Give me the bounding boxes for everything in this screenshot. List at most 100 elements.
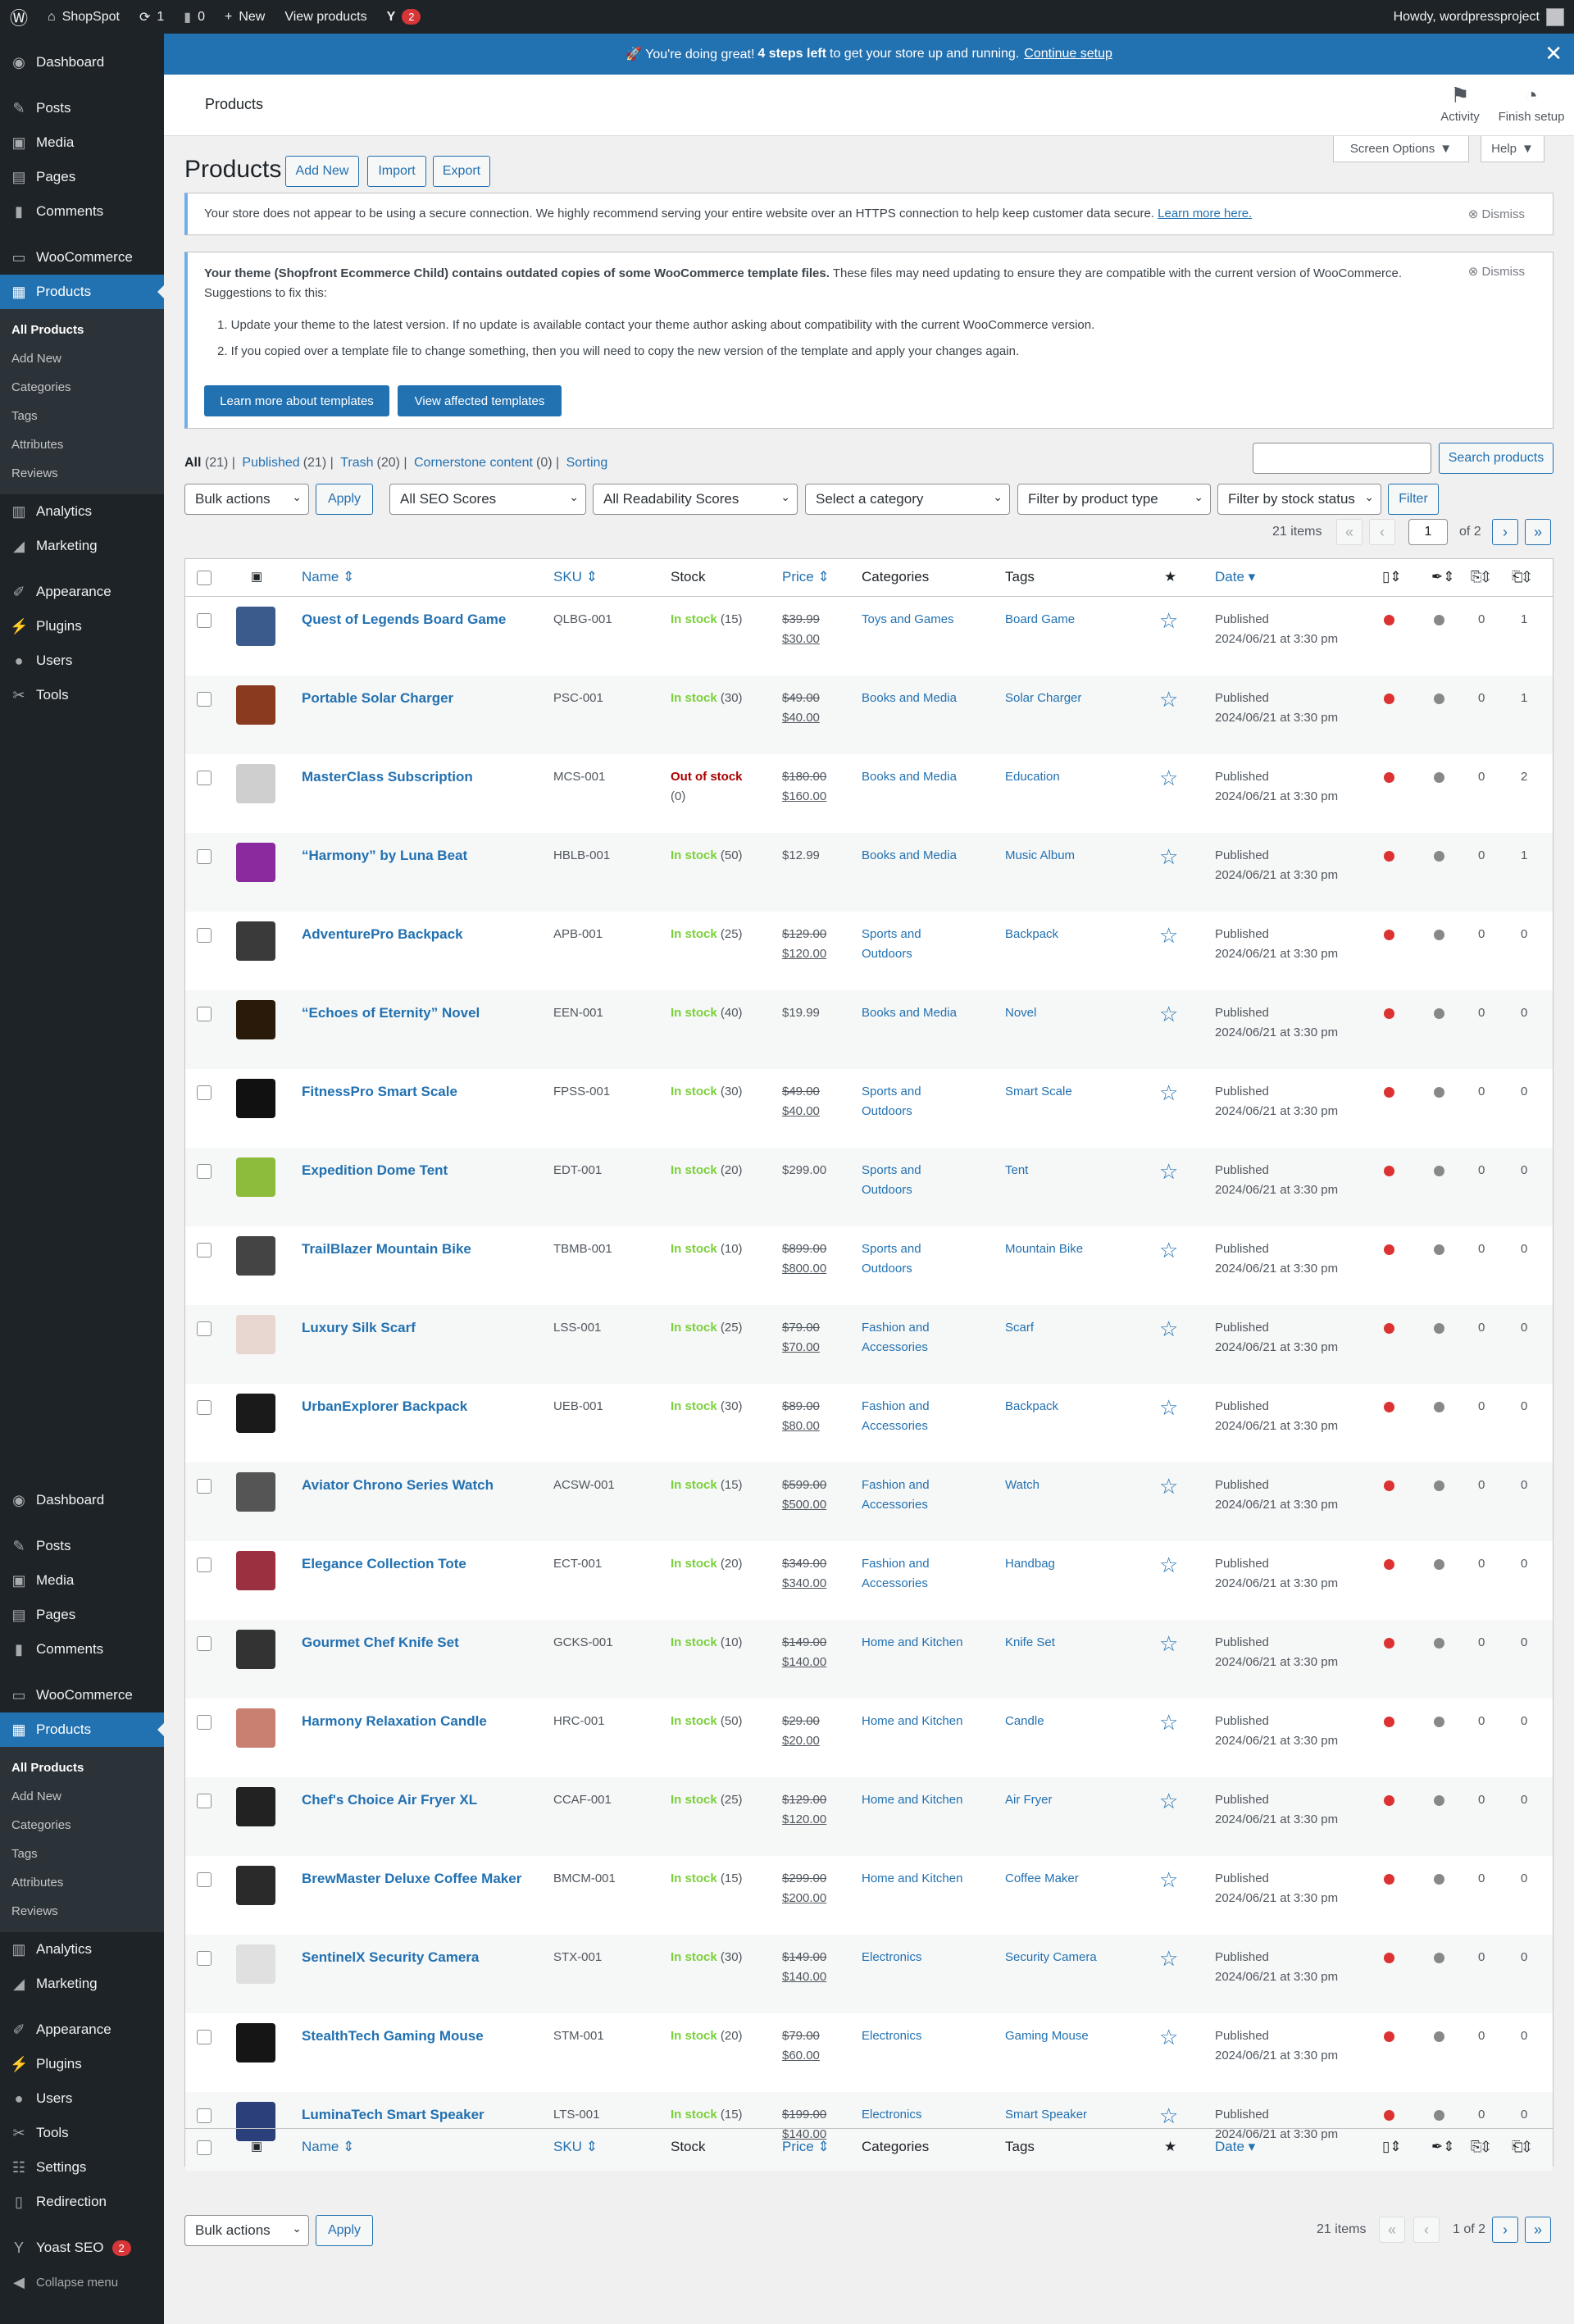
yoast-menu[interactable]: Y2 (377, 0, 431, 34)
my-account-menu[interactable]: Howdy, wordpressproject (1394, 0, 1564, 34)
close-icon[interactable]: ✕ (1544, 42, 1563, 65)
star-outline-icon[interactable]: ☆ (1159, 1946, 1178, 1972)
tag-link[interactable]: Candle (1005, 1714, 1044, 1728)
menu-tools[interactable]: ✂ Tools (0, 678, 164, 712)
menu-woocommerce[interactable]: ▭ WooCommerce (0, 240, 164, 275)
category-link-cont[interactable]: Outdoors (862, 1104, 912, 1118)
seo-score-column-icon[interactable]: ▯⇕ (1382, 569, 1402, 585)
tag-link[interactable]: Smart Speaker (1005, 2108, 1087, 2122)
tag-link[interactable]: Backpack (1005, 927, 1058, 941)
product-name-link[interactable]: Harmony Relaxation Candle (302, 1713, 487, 1729)
star-outline-icon[interactable]: ☆ (1159, 1789, 1178, 1814)
comments-link[interactable]: ▮ 0 (174, 0, 215, 34)
row-checkbox[interactable] (197, 1715, 212, 1730)
row-checkbox[interactable] (197, 1400, 212, 1415)
product-name-link[interactable]: Chef's Choice Air Fryer XL (302, 1792, 477, 1808)
menu-posts[interactable]: ✎ Posts (0, 1529, 164, 1563)
current-page-input[interactable]: 1 (1408, 519, 1448, 545)
seo-score-column-icon[interactable]: ▯⇕ (1382, 2139, 1402, 2155)
submenu-all-products[interactable]: All Products (0, 1753, 164, 1782)
tag-link[interactable]: Tent (1005, 1163, 1028, 1177)
continue-setup-link[interactable]: Continue setup (1024, 47, 1112, 61)
activity-button[interactable]: ⚑ Activity (1423, 83, 1497, 124)
prev-page-button[interactable]: ‹ (1369, 519, 1395, 545)
product-name-link[interactable]: UrbanExplorer Backpack (302, 1398, 467, 1414)
product-thumbnail[interactable] (236, 1157, 275, 1197)
product-name-link[interactable]: Aviator Chrono Series Watch (302, 1477, 494, 1493)
menu-pages[interactable]: ▤ Pages (0, 160, 164, 194)
category-link[interactable]: Electronics (862, 1950, 921, 1964)
category-link[interactable]: Home and Kitchen (862, 1714, 962, 1728)
row-checkbox[interactable] (197, 1007, 212, 1021)
row-checkbox[interactable] (197, 1164, 212, 1179)
next-page-button[interactable]: › (1492, 519, 1518, 545)
star-outline-icon[interactable]: ☆ (1159, 2103, 1178, 2129)
product-thumbnail[interactable] (236, 1630, 275, 1669)
category-link-cont[interactable]: Accessories (862, 1419, 928, 1433)
apply-button-bottom[interactable]: Apply (316, 2215, 373, 2246)
star-outline-icon[interactable]: ☆ (1159, 766, 1178, 791)
category-link[interactable]: Home and Kitchen (862, 1793, 962, 1807)
row-checkbox[interactable] (197, 849, 212, 864)
category-link[interactable]: Books and Media (862, 848, 957, 862)
row-checkbox[interactable] (197, 692, 212, 707)
category-link[interactable]: Fashion and (862, 1557, 930, 1571)
category-link-cont[interactable]: Outdoors (862, 1262, 912, 1276)
menu-analytics[interactable]: ▥ Analytics (0, 1932, 164, 1967)
category-link-cont[interactable]: Accessories (862, 1498, 928, 1512)
submenu-attributes[interactable]: Attributes (0, 1868, 164, 1897)
row-checkbox[interactable] (197, 1243, 212, 1258)
product-name-link[interactable]: Elegance Collection Tote (302, 1556, 466, 1571)
star-outline-icon[interactable]: ☆ (1159, 608, 1178, 634)
tag-link[interactable]: Solar Charger (1005, 691, 1081, 705)
star-outline-icon[interactable]: ☆ (1159, 1474, 1178, 1499)
product-thumbnail[interactable] (236, 1472, 275, 1512)
menu-marketing[interactable]: ◢ Marketing (0, 1967, 164, 2001)
search-input[interactable] (1253, 443, 1431, 474)
menu-comments[interactable]: ▮ Comments (0, 194, 164, 229)
filter-button[interactable]: Filter (1388, 484, 1439, 515)
category-link-cont[interactable]: Accessories (862, 1340, 928, 1354)
product-thumbnail[interactable] (236, 1866, 275, 1905)
tag-link[interactable]: Board Game (1005, 612, 1075, 626)
menu-comments[interactable]: ▮ Comments (0, 1632, 164, 1667)
menu-tools[interactable]: ✂ Tools (0, 2116, 164, 2150)
product-name-link[interactable]: FitnessPro Smart Scale (302, 1084, 457, 1099)
new-content-link[interactable]: + New (215, 0, 275, 34)
price-column-header[interactable]: Price ⇕ (782, 2139, 830, 2155)
row-checkbox[interactable] (197, 613, 212, 628)
row-checkbox[interactable] (197, 2108, 212, 2123)
product-name-link[interactable]: StealthTech Gaming Mouse (302, 2028, 484, 2044)
product-name-link[interactable]: Quest of Legends Board Game (302, 612, 506, 627)
export-button[interactable]: Export (433, 156, 490, 187)
category-link[interactable]: Books and Media (862, 1006, 957, 1020)
submenu-tags[interactable]: Tags (0, 402, 164, 430)
view-products-link[interactable]: View products (275, 0, 376, 34)
bulk-actions-select-bottom[interactable]: Bulk actions ⌄ (184, 2215, 309, 2246)
product-thumbnail[interactable] (236, 1708, 275, 1748)
product-name-link[interactable]: BrewMaster Deluxe Coffee Maker (302, 1871, 521, 1886)
site-name-link[interactable]: ⌂ ShopSpot (38, 0, 130, 34)
menu-users[interactable]: ● Users (0, 644, 164, 678)
category-link[interactable]: Toys and Games (862, 612, 954, 626)
submenu-reviews[interactable]: Reviews (0, 459, 164, 488)
product-thumbnail[interactable] (236, 1394, 275, 1433)
tag-link[interactable]: Scarf (1005, 1321, 1034, 1335)
star-outline-icon[interactable]: ☆ (1159, 1710, 1178, 1735)
bulk-actions-select[interactable]: Bulk actions ⌄ (184, 484, 309, 515)
menu-marketing[interactable]: ◢ Marketing (0, 529, 164, 563)
view-affected-templates-button[interactable]: View affected templates (398, 385, 562, 416)
incoming-links-column-icon[interactable]: ⎗⇕ (1512, 2139, 1531, 2155)
star-outline-icon[interactable]: ☆ (1159, 687, 1178, 712)
product-name-link[interactable]: “Harmony” by Luna Beat (302, 848, 467, 863)
apply-button[interactable]: Apply (316, 484, 373, 515)
date-column-header[interactable]: Date ▾ (1215, 2139, 1255, 2155)
product-name-link[interactable]: TrailBlazer Mountain Bike (302, 1241, 471, 1257)
stock-status-select[interactable]: Filter by stock status ⌄ (1217, 484, 1381, 515)
product-thumbnail[interactable] (236, 1315, 275, 1354)
category-link-cont[interactable]: Accessories (862, 1576, 928, 1590)
readability-select[interactable]: All Readability Scores ⌄ (593, 484, 798, 515)
submenu-categories[interactable]: Categories (0, 373, 164, 402)
category-link[interactable]: Home and Kitchen (862, 1635, 962, 1649)
view-sorting[interactable]: Sorting (566, 456, 608, 470)
